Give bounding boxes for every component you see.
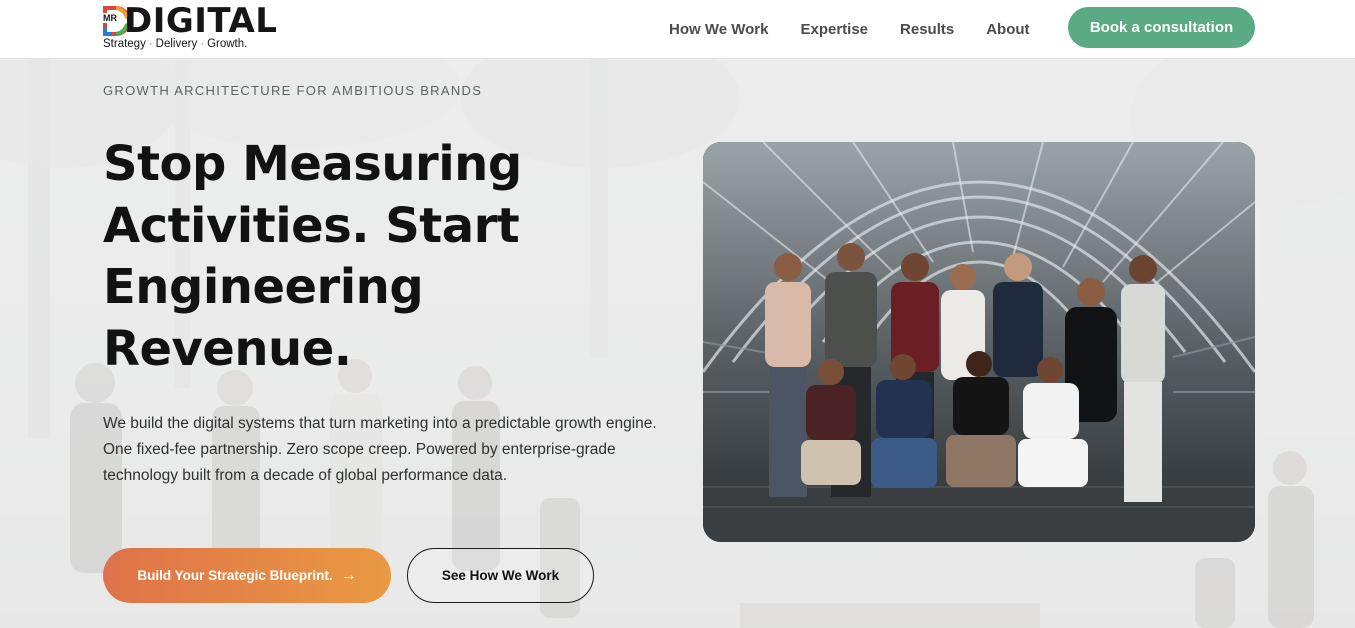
site-header: MR DIGITAL Strategy · Delivery · Growth. How… (0, 0, 1355, 59)
build-blueprint-button[interactable]: Build Your Strategic Blueprint. → (103, 548, 391, 603)
hero-description: We build the digital systems that turn m… (103, 415, 657, 484)
team-photo (703, 142, 1255, 542)
tagline-part: Strategy (103, 38, 146, 50)
logo-tagline: Strategy · Delivery · Growth. (103, 38, 247, 50)
hero-eyebrow: GROWTH ARCHITECTURE FOR AMBITIOUS BRANDS (103, 83, 483, 98)
nav-link-how-we-work[interactable]: How We Work (669, 21, 768, 38)
see-how-we-work-button[interactable]: See How We Work (407, 548, 594, 603)
separator-dot-icon: · (148, 38, 153, 50)
main-nav: How We Work Expertise Results About (669, 0, 1062, 58)
nav-link-results[interactable]: Results (900, 21, 954, 38)
book-consultation-button[interactable]: Book a consultation (1068, 7, 1255, 48)
hero-headline: Stop Measuring Activities. Start Enginee… (103, 136, 522, 377)
nav-link-about[interactable]: About (986, 21, 1029, 38)
logo-prefix: MR (103, 13, 117, 23)
brand-logo[interactable]: MR DIGITAL Strategy · Delivery · Growth. (103, 1, 278, 52)
separator-dot-icon: · (200, 38, 205, 50)
tagline-part: Growth. (207, 38, 248, 50)
nav-link-expertise[interactable]: Expertise (800, 21, 868, 38)
logo-wordmark: DIGITAL (124, 1, 278, 41)
arrow-right-icon: → (340, 566, 357, 584)
tagline-part: Delivery (155, 38, 198, 50)
build-blueprint-label: Build Your Strategic Blueprint. (137, 568, 333, 583)
